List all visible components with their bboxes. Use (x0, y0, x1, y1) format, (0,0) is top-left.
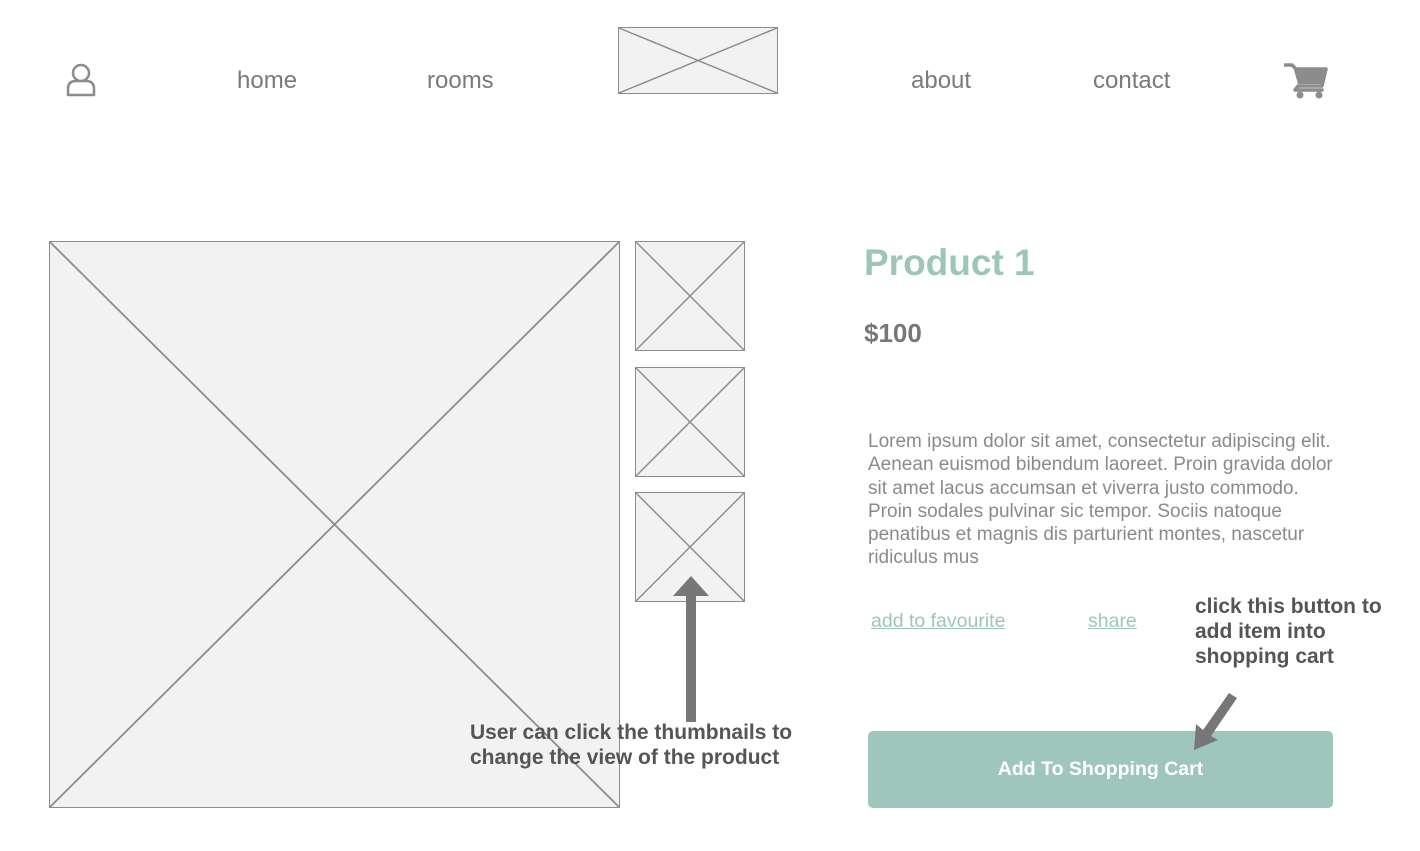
add-to-favourite-link[interactable]: add to favourite (871, 610, 1005, 633)
add-to-cart-label: Add To Shopping Cart (997, 758, 1204, 780)
thumbnail-2[interactable] (635, 367, 745, 477)
user-icon[interactable] (64, 62, 98, 98)
product-title: Product 1 (864, 242, 1035, 283)
cart-annotation-arrow-icon (1194, 693, 1237, 750)
nav-home[interactable]: home (237, 66, 297, 96)
shopping-cart-icon[interactable] (1283, 62, 1328, 100)
nav-contact[interactable]: contact (1093, 66, 1170, 96)
product-description: Lorem ipsum dolor sit amet, consectetur … (868, 431, 1333, 569)
add-to-cart-button[interactable]: Add To Shopping Cart (868, 731, 1333, 808)
share-link[interactable]: share (1088, 610, 1137, 633)
thumbnail-annotation-line2: change the view of the product (470, 746, 780, 769)
cart-annotation-line1: click this button to (1195, 595, 1382, 618)
thumbnail-annotation-arrow-icon (673, 576, 709, 722)
cart-annotation-line2: add item into (1195, 620, 1326, 643)
thumbnail-1[interactable] (635, 241, 745, 351)
logo-placeholder[interactable] (618, 27, 778, 94)
cart-annotation: click this button to add item into shopp… (1195, 594, 1382, 669)
nav-rooms[interactable]: rooms (427, 66, 494, 96)
cart-annotation-line3: shopping cart (1195, 645, 1334, 668)
product-price: $100 (864, 318, 922, 348)
nav-about[interactable]: about (911, 66, 971, 96)
thumbnail-annotation-line1: User can click the thumbnails to (470, 721, 793, 744)
thumbnail-annotation: User can click the thumbnails to change … (470, 720, 792, 770)
